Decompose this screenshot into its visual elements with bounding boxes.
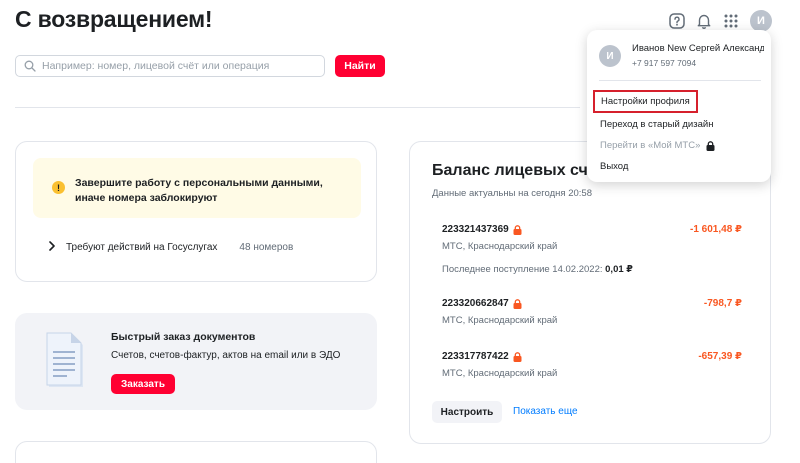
balance-card: Баланс лицевых сче Данные актуальны на с…	[409, 141, 771, 444]
account-amount: -657,39 ₽	[698, 351, 742, 362]
account-item[interactable]: 223321437369 МТС, Краснодарский край -1 …	[442, 224, 742, 275]
account-number: 223321437369	[442, 224, 509, 235]
menu-divider	[599, 80, 761, 81]
last-payment-value: 0,01 ₽	[605, 264, 633, 275]
last-payment-label: Последнее поступление 14.02.2022:	[442, 264, 603, 275]
personal-data-card: ! Завершите работу с персональными данны…	[15, 141, 377, 282]
document-icon	[43, 331, 87, 391]
documents-subtitle: Счетов, счетов-фактур, актов на email ил…	[111, 350, 341, 361]
account-item[interactable]: 223320662847 МТС, Краснодарский край -79…	[442, 298, 742, 326]
last-payment: Последнее поступление 14.02.2022: 0,01 ₽	[442, 264, 742, 275]
bottom-card	[15, 441, 377, 463]
menu-item-my-mts-label: Перейти в «Мой МТС»	[600, 140, 701, 151]
account-number: 223320662847	[442, 298, 509, 309]
warning-banner: ! Завершите работу с персональными данны…	[33, 158, 361, 218]
page-title: С возвращением!	[15, 6, 213, 32]
search-input[interactable]	[42, 60, 312, 72]
search-box	[15, 55, 325, 77]
apps-grid-icon[interactable]	[722, 12, 740, 30]
divider	[15, 107, 580, 108]
profile-name: Иванов New Сергей Александрович	[632, 43, 764, 54]
account-region: МТС, Краснодарский край	[442, 368, 558, 379]
chevron-right-icon	[48, 240, 56, 254]
gosuslugi-count: 48 номеров	[239, 241, 294, 253]
search-icon	[24, 60, 36, 72]
gosuslugi-row[interactable]: Требуют действий на Госуслугах 48 номеро…	[48, 240, 293, 254]
lock-icon	[513, 351, 522, 362]
balance-subtitle: Данные актуальны на сегодня 20:58	[432, 188, 592, 199]
menu-item-logout[interactable]: Выход	[600, 161, 628, 172]
menu-item-profile-settings[interactable]: Настройки профиля	[593, 90, 698, 113]
menu-item-my-mts[interactable]: Перейти в «Мой МТС»	[600, 140, 715, 151]
lock-icon	[706, 140, 715, 151]
account-amount: -798,7 ₽	[703, 298, 742, 309]
balance-title: Баланс лицевых сче	[432, 162, 597, 179]
gosuslugi-label: Требуют действий на Госуслугах	[66, 241, 218, 253]
profile-menu: И Иванов New Сергей Александрович +7 917…	[587, 30, 771, 182]
account-region: МТС, Краснодарский край	[442, 241, 558, 252]
order-button[interactable]: Заказать	[111, 374, 175, 394]
documents-title: Быстрый заказ документов	[111, 331, 256, 343]
setup-button[interactable]: Настроить	[432, 401, 502, 423]
menu-item-old-design[interactable]: Переход в старый дизайн	[600, 119, 713, 130]
account-item[interactable]: 223317787422 МТС, Краснодарский край -65…	[442, 351, 742, 379]
lock-icon	[513, 224, 522, 235]
documents-card: Быстрый заказ документов Счетов, счетов-…	[15, 313, 377, 410]
bell-icon[interactable]	[695, 12, 713, 30]
profile-phone: +7 917 597 7094	[632, 58, 697, 68]
warning-icon: !	[52, 181, 65, 194]
help-icon[interactable]	[668, 12, 686, 30]
user-avatar[interactable]: И	[750, 10, 772, 32]
show-more-link[interactable]: Показать еще	[513, 406, 578, 417]
account-amount: -1 601,48 ₽	[690, 224, 742, 235]
account-region: МТС, Краснодарский край	[442, 315, 558, 326]
warning-text: Завершите работу с персональными данными…	[75, 177, 323, 204]
account-number: 223317787422	[442, 351, 509, 362]
lock-icon	[513, 298, 522, 309]
profile-avatar: И	[599, 45, 621, 67]
find-button[interactable]: Найти	[335, 55, 385, 77]
